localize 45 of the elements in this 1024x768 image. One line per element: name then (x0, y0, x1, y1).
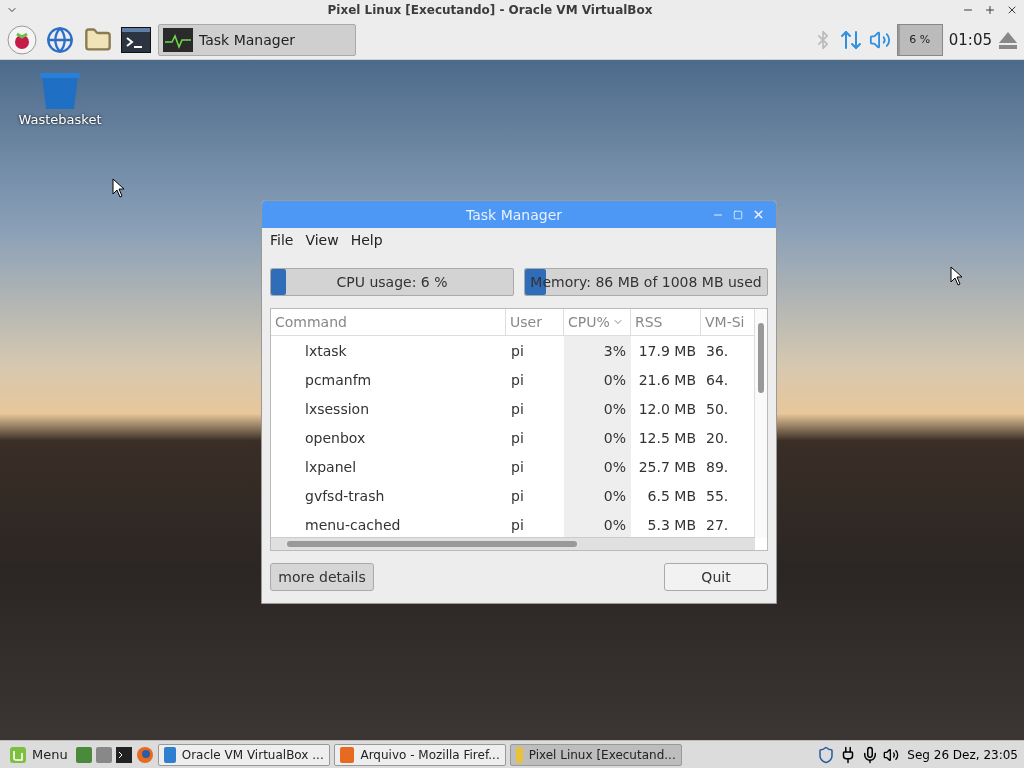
clock: 01:05 (948, 30, 992, 49)
cpu-reading: 6 % (909, 33, 931, 46)
volume-icon[interactable] (883, 746, 900, 763)
mouse-pointer-icon (950, 266, 964, 286)
app-icon (163, 746, 176, 763)
app-icon (339, 746, 355, 763)
taskbar-button[interactable]: Task Manager (158, 23, 356, 56)
vertical-scrollbar[interactable] (754, 309, 767, 538)
table-cell: 0% (564, 394, 631, 424)
window-title: Task Manager (465, 206, 563, 223)
firefox-icon[interactable] (135, 745, 154, 764)
maximize-icon[interactable] (984, 4, 996, 16)
table-cell: 0% (564, 423, 631, 453)
mouse-pointer-icon (112, 178, 126, 198)
menu-item[interactable]: View (301, 230, 343, 251)
folder-icon[interactable] (84, 25, 112, 54)
window-title: Pixel Linux [Executando] - Oracle VM VirtualBox (326, 3, 654, 17)
taskbar-button[interactable]: Oracle VM VirtualBox ... (157, 743, 330, 766)
desktop-icon[interactable] (75, 746, 92, 763)
quit-button[interactable]: Quit (664, 563, 768, 591)
mint-logo-icon (10, 746, 26, 763)
terminal-icon[interactable] (115, 746, 132, 763)
table-cell: 0% (564, 510, 631, 540)
cpu-usage-label: CPU usage: 6 % (336, 274, 448, 291)
desktop-icon-label[interactable]: Wastebasket (18, 112, 102, 127)
taskbar-button[interactable]: Arquivo - Mozilla Firef... (333, 743, 506, 766)
menu-item[interactable]: Help (346, 230, 387, 251)
clock: Seg 26 Dez, 23:05 (907, 747, 1018, 762)
taskbar-button[interactable]: Pixel Linux [Executand... (509, 743, 682, 766)
table-cell: 0% (564, 481, 631, 511)
start-menu-button[interactable]: Menu (6, 746, 72, 763)
shield-icon[interactable] (817, 745, 836, 764)
maximize-icon[interactable] (733, 209, 743, 220)
table-cell: 3% (564, 336, 631, 366)
table-cell: 0% (564, 365, 631, 395)
app-icon (515, 746, 523, 763)
horizontal-scrollbar[interactable] (271, 537, 755, 550)
activity-monitor-icon (163, 27, 193, 52)
menu-item[interactable]: File (266, 230, 298, 251)
terminal-icon[interactable] (121, 26, 151, 53)
close-icon[interactable] (1006, 4, 1018, 16)
raspberry-icon[interactable] (7, 24, 37, 55)
details-button[interactable]: more details (270, 563, 374, 591)
globe-icon[interactable] (46, 25, 74, 54)
table-cell: 0% (564, 452, 631, 482)
